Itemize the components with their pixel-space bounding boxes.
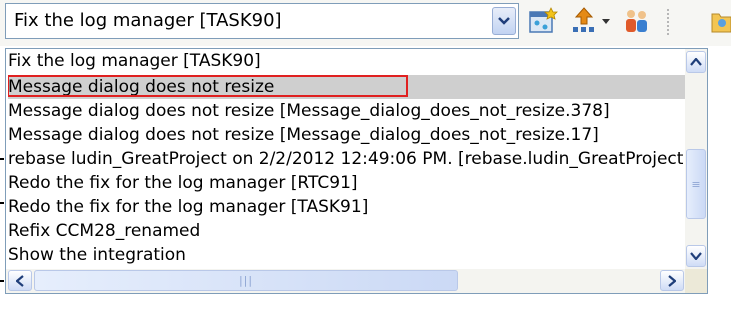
horizontal-scrollbar[interactable]: ||| xyxy=(6,269,686,293)
list-item[interactable]: Redo the fix for the log manager [TASK91… xyxy=(8,195,686,219)
dropdown-arrow-icon[interactable] xyxy=(600,6,612,36)
list-item[interactable]: rebase ludin_GreatProject on 2/2/2012 12… xyxy=(8,147,686,171)
combo-value: Fix the log manager [TASK90] xyxy=(14,10,282,31)
list-item[interactable]: Message dialog does not resize [Message_… xyxy=(8,99,686,123)
list-item[interactable]: Show the integration xyxy=(8,243,686,267)
arrow-left-icon[interactable] xyxy=(8,270,32,291)
list-item[interactable]: Fix the log manager [TASK90] xyxy=(8,49,686,73)
chevron-down-icon[interactable] xyxy=(492,7,516,35)
folder-icon[interactable] xyxy=(710,6,731,36)
arrow-right-icon[interactable] xyxy=(660,270,684,291)
arrow-down-icon[interactable] xyxy=(686,245,706,267)
scrollbar-corner xyxy=(685,269,707,293)
arrow-up-icon[interactable] xyxy=(686,51,706,73)
task-combo-box[interactable]: Fix the log manager [TASK90] xyxy=(5,3,519,39)
list-item-label: Message dialog does not resize xyxy=(8,77,275,97)
horizontal-scroll-thumb[interactable]: ||| xyxy=(34,270,458,291)
list-item[interactable]: Message dialog does not resize [Message_… xyxy=(8,123,686,147)
upload-icon[interactable] xyxy=(570,6,598,36)
team-icon[interactable] xyxy=(622,6,652,36)
window-edge-marks xyxy=(0,150,4,300)
vertical-scroll-thumb[interactable]: ≡ xyxy=(686,149,706,219)
list-item[interactable]: Refix CCM28_renamed xyxy=(8,219,686,243)
toolbar-separator xyxy=(667,9,671,35)
list-item[interactable]: Redo the fix for the log manager [RTC91] xyxy=(8,171,686,195)
list-viewport: Fix the log manager [TASK90] Message dia… xyxy=(6,49,686,269)
vertical-scrollbar[interactable]: ≡ xyxy=(685,49,707,269)
toolbar: Fix the log manager [TASK90] xyxy=(0,0,731,46)
new-query-icon[interactable] xyxy=(528,6,560,36)
list-item-selected[interactable]: Message dialog does not resize xyxy=(8,75,686,99)
task-dropdown-list[interactable]: Fix the log manager [TASK90] Message dia… xyxy=(5,48,708,294)
